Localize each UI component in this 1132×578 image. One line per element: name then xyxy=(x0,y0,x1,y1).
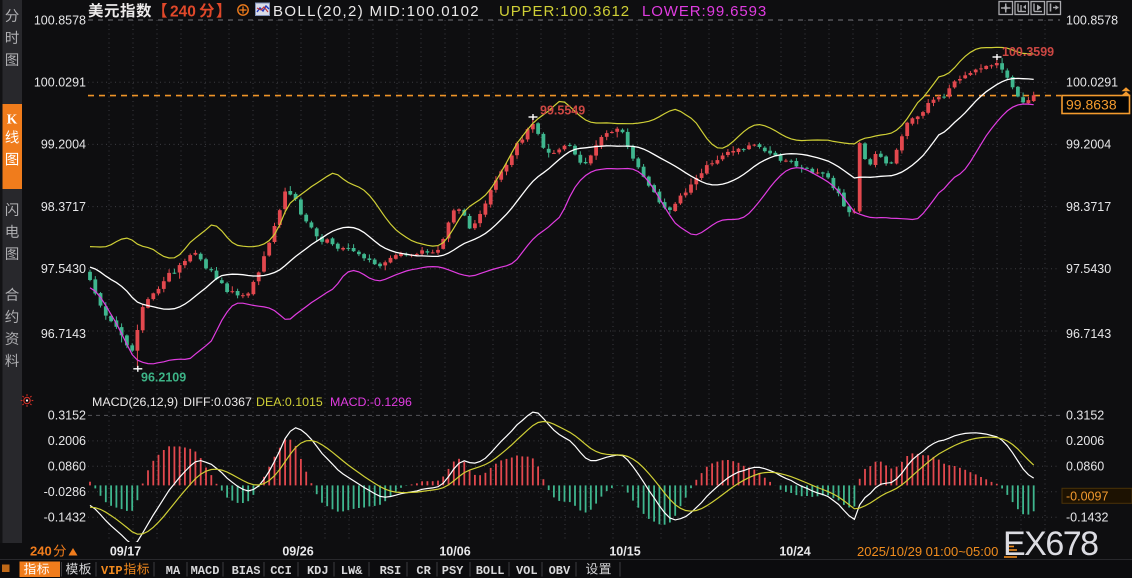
svg-text:10/24: 10/24 xyxy=(779,545,810,559)
svg-text:97.5430: 97.5430 xyxy=(41,262,86,276)
svg-text:EX678: EX678 xyxy=(1003,525,1098,563)
svg-text:MACD: MACD xyxy=(191,564,220,578)
svg-text:-0.1432: -0.1432 xyxy=(1066,511,1108,525)
svg-text:MA: MA xyxy=(166,564,181,578)
svg-text:10/06: 10/06 xyxy=(439,545,470,559)
svg-text:100.0291: 100.0291 xyxy=(34,76,86,90)
svg-text:100.8578: 100.8578 xyxy=(34,13,86,27)
svg-text:240: 240 xyxy=(170,4,196,21)
svg-text:100.0291: 100.0291 xyxy=(1066,76,1118,90)
svg-text:0.0860: 0.0860 xyxy=(48,460,86,474)
svg-text:96.7143: 96.7143 xyxy=(41,327,86,341)
svg-text:0.0860: 0.0860 xyxy=(1066,460,1104,474)
svg-text:MACD:-0.1296: MACD:-0.1296 xyxy=(330,395,412,409)
svg-text:96.2109: 96.2109 xyxy=(141,371,186,385)
svg-text:CCI: CCI xyxy=(270,564,292,578)
svg-text:BOLL(20,2) MID:100.0102: BOLL(20,2) MID:100.0102 xyxy=(273,3,480,20)
svg-text:VIP: VIP xyxy=(101,564,123,578)
svg-text:97.5430: 97.5430 xyxy=(1066,262,1111,276)
svg-text:BOLL: BOLL xyxy=(476,564,505,578)
svg-text:98.3717: 98.3717 xyxy=(41,200,86,214)
svg-text:96.7143: 96.7143 xyxy=(1066,327,1111,341)
svg-text:100.8578: 100.8578 xyxy=(1066,13,1118,27)
svg-text:BIAS: BIAS xyxy=(232,564,261,578)
svg-text:0.3152: 0.3152 xyxy=(1066,409,1104,423)
svg-text:98.3717: 98.3717 xyxy=(1066,200,1111,214)
svg-text:-0.1432: -0.1432 xyxy=(44,511,86,525)
svg-text:K: K xyxy=(7,112,18,127)
svg-text:99.8638: 99.8638 xyxy=(1066,97,1117,113)
svg-text:2025/10/29 01:00~05:00: 2025/10/29 01:00~05:00 xyxy=(857,544,998,559)
svg-text:-0.0097: -0.0097 xyxy=(1066,489,1108,503)
svg-text:99.2004: 99.2004 xyxy=(1066,138,1111,152)
svg-text:DEA:0.1015: DEA:0.1015 xyxy=(256,395,323,409)
svg-text:LW&: LW& xyxy=(341,564,363,578)
svg-text:LOWER:99.6593: LOWER:99.6593 xyxy=(642,3,767,20)
svg-text:0.2006: 0.2006 xyxy=(1066,434,1104,448)
svg-text:10/15: 10/15 xyxy=(609,545,640,559)
svg-text:CR: CR xyxy=(416,564,431,578)
svg-text:09/17: 09/17 xyxy=(110,545,141,559)
svg-text:RSI: RSI xyxy=(380,564,402,578)
svg-text:0.3152: 0.3152 xyxy=(48,409,86,423)
svg-text:MACD(26,12,9): MACD(26,12,9) xyxy=(92,395,178,409)
svg-text:UPPER:100.3612: UPPER:100.3612 xyxy=(499,3,630,20)
svg-text:-0.0286: -0.0286 xyxy=(44,485,86,499)
svg-text:100.3599: 100.3599 xyxy=(1002,45,1054,59)
svg-text:99.2004: 99.2004 xyxy=(41,138,86,152)
svg-text:VOL: VOL xyxy=(516,564,538,578)
svg-text:DIFF:0.0367: DIFF:0.0367 xyxy=(183,395,252,409)
svg-text:OBV: OBV xyxy=(549,564,571,578)
svg-text:09/26: 09/26 xyxy=(282,545,313,559)
svg-text:240: 240 xyxy=(30,544,52,559)
svg-text:KDJ: KDJ xyxy=(307,564,329,578)
svg-text:0.2006: 0.2006 xyxy=(48,434,86,448)
svg-text:PSY: PSY xyxy=(442,564,464,578)
svg-text:99.5549: 99.5549 xyxy=(540,104,585,118)
